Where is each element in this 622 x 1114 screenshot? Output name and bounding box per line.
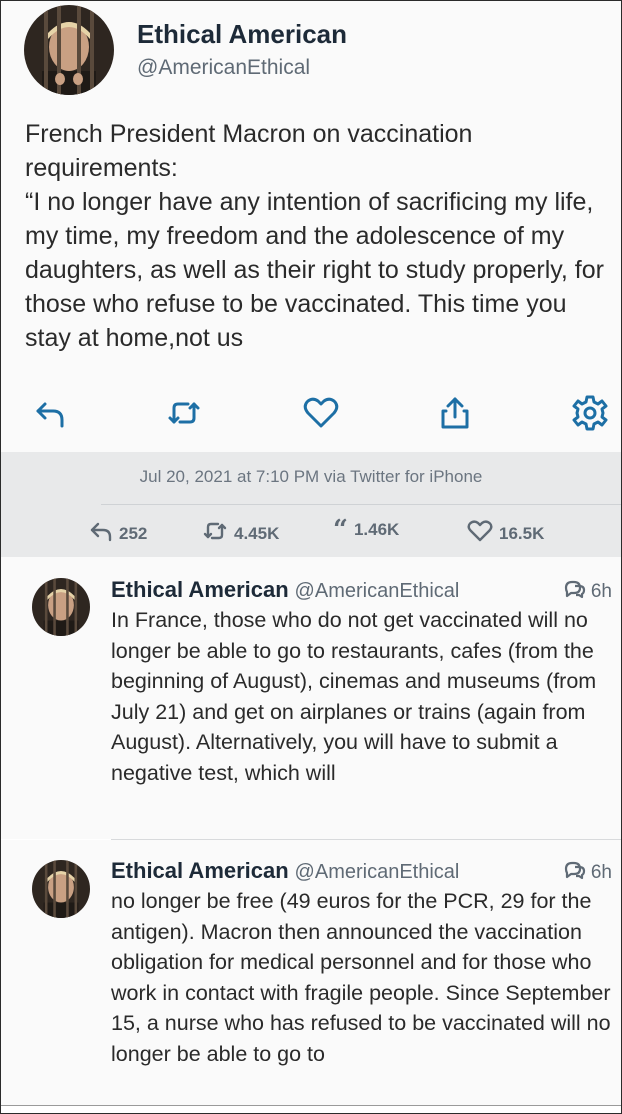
- retweet-count[interactable]: 4.45K: [202, 520, 279, 547]
- retweet-icon: [202, 520, 228, 547]
- tweet-action-bar: [1, 393, 621, 443]
- share-icon: [438, 395, 472, 436]
- reply-text: no longer be free (49 euros for the PCR,…: [111, 889, 611, 1066]
- author-avatar[interactable]: [24, 5, 114, 95]
- author-handle[interactable]: @AmericanEthical: [137, 56, 310, 80]
- author-name[interactable]: Ethical American: [137, 19, 347, 50]
- reply-count[interactable]: 252: [89, 520, 147, 547]
- tweet-meta-bar: Jul 20, 2021 at 7:10 PM via Twitter for …: [1, 452, 621, 557]
- tweet-text: French President Macron on vaccination r…: [25, 120, 604, 352]
- conversation-icon: [563, 579, 587, 605]
- reply-text: In France, those who do not get vaccinat…: [111, 608, 597, 785]
- main-tweet: Ethical American @AmericanEthical French…: [1, 1, 621, 452]
- conversation-icon: [563, 860, 587, 886]
- reply-timestamp: 6h: [563, 579, 612, 605]
- gear-icon: [571, 394, 609, 437]
- reply-tweet[interactable]: Ethical American @AmericanEthical 6h In …: [1, 557, 621, 839]
- reply-icon: [33, 396, 67, 435]
- reply-header: Ethical American @AmericanEthical: [111, 577, 459, 603]
- divider: [101, 504, 621, 505]
- settings-button[interactable]: [568, 393, 612, 437]
- heart-icon: [303, 396, 339, 435]
- reply-tweet[interactable]: Ethical American @AmericanEthical 6h no …: [1, 840, 621, 1105]
- quote-count-value: 1.46K: [353, 520, 400, 539]
- heart-icon: [467, 520, 493, 547]
- reply-header: Ethical American @AmericanEthical: [111, 858, 459, 884]
- reply-timestamp: 6h: [563, 860, 612, 886]
- reply-time-value: 6h: [590, 862, 612, 883]
- tweet-timestamp[interactable]: Jul 20, 2021 at 7:10 PM via Twitter for …: [1, 467, 621, 487]
- reply-count-value: 252: [119, 523, 148, 543]
- divider: [1, 1105, 621, 1106]
- retweet-count-value: 4.45K: [234, 523, 280, 543]
- like-count[interactable]: 16.5K: [467, 520, 544, 547]
- reply-icon: [89, 520, 113, 547]
- reply-time-value: 6h: [590, 581, 612, 602]
- tweet-detail-screen: Ethical American @AmericanEthical French…: [0, 0, 622, 1114]
- reply-author-name[interactable]: Ethical American: [111, 577, 289, 602]
- retweet-icon: [166, 396, 202, 435]
- reply-author-handle[interactable]: @AmericanEthical: [295, 580, 460, 602]
- quote-icon: “: [333, 515, 348, 545]
- reply-author-name[interactable]: Ethical American: [111, 858, 289, 883]
- reply-author-handle[interactable]: @AmericanEthical: [295, 861, 460, 883]
- reply-avatar[interactable]: [32, 860, 90, 918]
- quote-count[interactable]: “ 1.46K: [333, 515, 400, 545]
- like-count-value: 16.5K: [499, 523, 545, 543]
- reply-avatar[interactable]: [32, 578, 90, 636]
- share-button[interactable]: [433, 393, 477, 437]
- reply-button[interactable]: [28, 393, 72, 437]
- retweet-button[interactable]: [162, 393, 206, 437]
- like-button[interactable]: [299, 393, 343, 437]
